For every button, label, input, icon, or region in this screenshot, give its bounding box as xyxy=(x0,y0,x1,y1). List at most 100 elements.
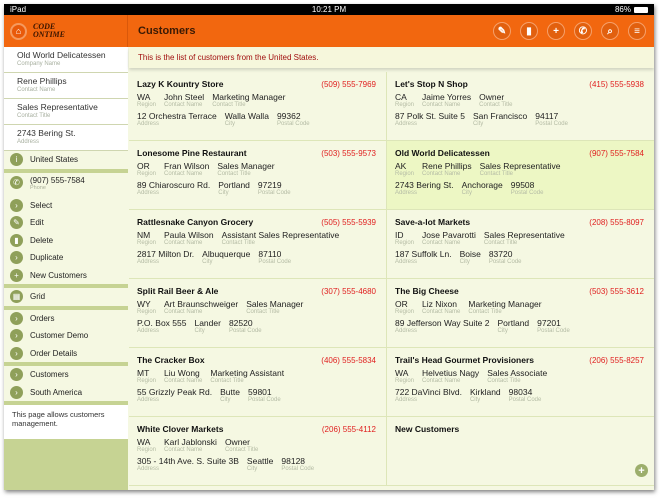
region-label: Region xyxy=(395,171,415,177)
phone-link[interactable]: (406) 555-5834 xyxy=(321,356,376,365)
sidebar-item-south-america[interactable]: › South America xyxy=(4,384,128,402)
title-cell: Sales Associate Contact Title xyxy=(487,368,547,384)
phone-link[interactable]: (415) 555-5938 xyxy=(589,80,644,89)
customer-card[interactable]: Lazy K Kountry Store (509) 555-7969 WA Regi… xyxy=(129,72,387,141)
customer-card[interactable]: Let's Stop N Shop (415) 555-5938 CA Region J… xyxy=(387,72,654,141)
address-cell: 187 Suffolk Ln. Address xyxy=(395,249,452,265)
chevron-right-icon: › xyxy=(10,251,23,265)
region-value: AK xyxy=(395,161,407,171)
phone-link[interactable]: (907) 555-7584 xyxy=(589,149,644,158)
postal-value: 97201 xyxy=(537,318,561,328)
city-label: City xyxy=(246,466,258,472)
address-cell: 2743 Bering St. Address xyxy=(395,180,454,196)
customer-card[interactable]: Old World Delicatessen (907) 555-7584 AK Re… xyxy=(387,141,654,210)
region-label: Region xyxy=(137,102,157,108)
region-value: WA xyxy=(137,437,151,447)
customer-card[interactable]: The Cracker Box (406) 555-5834 MT Region Liu… xyxy=(129,348,387,417)
home-button[interactable]: ⌂ xyxy=(10,22,27,40)
card-row: 12 Orchestra Terrace Address Walla Walla Ci… xyxy=(137,111,378,127)
phone-link[interactable]: (503) 555-3612 xyxy=(589,287,644,296)
customer-card[interactable]: The Big Cheese (503) 555-3612 OR Region Liz … xyxy=(387,279,654,348)
phone-link[interactable]: (503) 555-9573 xyxy=(321,149,376,158)
region-value: NM xyxy=(137,230,151,240)
sidebar-item-customer-demo[interactable]: › Customer Demo xyxy=(4,327,128,345)
city-label: City xyxy=(218,190,229,196)
menu-icon: ≡ xyxy=(634,25,640,37)
sidebar-item-order-details[interactable]: › Order Details xyxy=(4,345,128,363)
field-value: Rene Phillips xyxy=(17,76,67,86)
title-cell: Owner Contact Title xyxy=(479,92,512,108)
customer-card[interactable]: Trail's Head Gourmet Provisioners (206) 5… xyxy=(387,348,654,417)
address-label: Address xyxy=(395,259,418,265)
chevron-right-icon: › xyxy=(10,198,23,212)
new-customers-label: New Customers xyxy=(395,424,460,434)
region-value: WA xyxy=(395,368,409,378)
customer-card[interactable]: Split Rail Beer & Ale (307) 555-4680 WY Reg… xyxy=(129,279,387,348)
title-value: Sales Associate xyxy=(487,368,548,378)
city-value: Albuquerque xyxy=(202,249,251,259)
phone-link[interactable]: (206) 555-8257 xyxy=(589,356,644,365)
logo-area: ⌂ CODE ONTIME xyxy=(4,15,128,47)
sidebar-item-new-customers[interactable]: + New Customers xyxy=(4,267,128,285)
field-label: Contact Title xyxy=(17,113,51,119)
city-value: Lander xyxy=(194,318,221,328)
search-button[interactable]: ⌕ xyxy=(601,22,619,40)
postal-cell: 82520 Postal Code xyxy=(229,318,262,334)
region-cell: NM Region xyxy=(137,230,156,246)
title-cell: Marketing Manager Contact Title xyxy=(212,92,285,108)
add-button[interactable]: + xyxy=(547,22,565,40)
postal-value: 98128 xyxy=(281,456,306,466)
edit-button[interactable]: ✎ xyxy=(493,22,511,40)
phone-action[interactable]: ✆ (907) 555-7584 Phone xyxy=(4,173,128,197)
region-cell: CA Region xyxy=(395,92,414,108)
edit-icon: ✎ xyxy=(497,25,507,37)
customer-card[interactable]: Save-a-lot Markets (208) 555-8097 ID Region… xyxy=(387,210,654,279)
new-customer-card[interactable]: New Customers + xyxy=(387,417,654,486)
title-label: Contact Title xyxy=(217,171,251,177)
contact-label: Contact Name xyxy=(422,102,461,108)
postal-value: 82520 xyxy=(228,318,253,328)
phone-button[interactable]: ✆ xyxy=(574,22,592,40)
contact-label: Contact Name xyxy=(422,240,461,246)
sidebar-item-edit[interactable]: ✎ Edit xyxy=(4,214,128,232)
sidebar-item-customers[interactable]: › Customers xyxy=(4,366,128,384)
phone-link[interactable]: (307) 555-4680 xyxy=(321,287,376,296)
address-label: Address xyxy=(137,397,160,403)
contact-value: Karl Jablonski xyxy=(164,437,217,447)
region-value: MT xyxy=(137,368,150,378)
sidebar-item-delete[interactable]: ▮ Delete xyxy=(4,232,128,250)
postal-label: Postal Code xyxy=(247,397,281,403)
customer-card[interactable]: Rattlesnake Canyon Grocery (505) 555-5939… xyxy=(129,210,387,279)
sidebar-item-duplicate[interactable]: › Duplicate xyxy=(4,249,128,267)
phone-link[interactable]: (509) 555-7969 xyxy=(321,80,376,89)
customer-card[interactable]: Lonesome Pine Restaurant (503) 555-9573 OR… xyxy=(129,141,387,210)
address-label: Address xyxy=(137,121,160,127)
phone-link[interactable]: (505) 555-5939 xyxy=(321,218,376,227)
menu-button[interactable]: ≡ xyxy=(628,22,646,40)
phone-link[interactable]: (208) 555-8097 xyxy=(589,218,644,227)
sidebar-item-orders[interactable]: › Orders xyxy=(4,310,128,328)
title-label: Contact Title xyxy=(483,240,518,246)
app-header: ⌂ CODE ONTIME Customers ✎ ▮ + ✆ ⌕ ≡ xyxy=(4,15,654,47)
title-label: Contact Title xyxy=(212,102,246,108)
contact-label: Contact Name xyxy=(422,309,461,315)
customer-card[interactable]: White Clover Markets (206) 555-4112 WA Regi… xyxy=(129,417,387,486)
phone-link[interactable]: (206) 555-4112 xyxy=(322,425,376,434)
region-cell: WY Region xyxy=(137,299,156,315)
address-value: 2743 Bering St. xyxy=(395,180,454,190)
city-cell: Boise City xyxy=(460,249,481,265)
card-row: WA Region John Steel Contact Name Marketing … xyxy=(137,92,378,108)
add-customer-icon[interactable]: + xyxy=(635,464,648,477)
sidebar-item-select[interactable]: › Select xyxy=(4,197,128,215)
sidebar-item-label: Orders xyxy=(30,313,55,323)
country-filter[interactable]: i United States xyxy=(4,151,128,169)
postal-label: Postal Code xyxy=(257,190,291,196)
city-cell: San Francisco City xyxy=(473,111,527,127)
grid-view-option[interactable]: ▦ Grid xyxy=(4,288,128,306)
card-row: 2817 Milton Dr. Address Albuquerque City 871… xyxy=(137,249,378,265)
card-row: OR Region Fran Wilson Contact Name Sales Man… xyxy=(137,161,378,177)
delete-button[interactable]: ▮ xyxy=(520,22,538,40)
phone-icon: ✆ xyxy=(10,175,23,189)
postal-label: Postal Code xyxy=(508,397,542,403)
postal-cell: 98128 Postal Code xyxy=(281,456,314,472)
